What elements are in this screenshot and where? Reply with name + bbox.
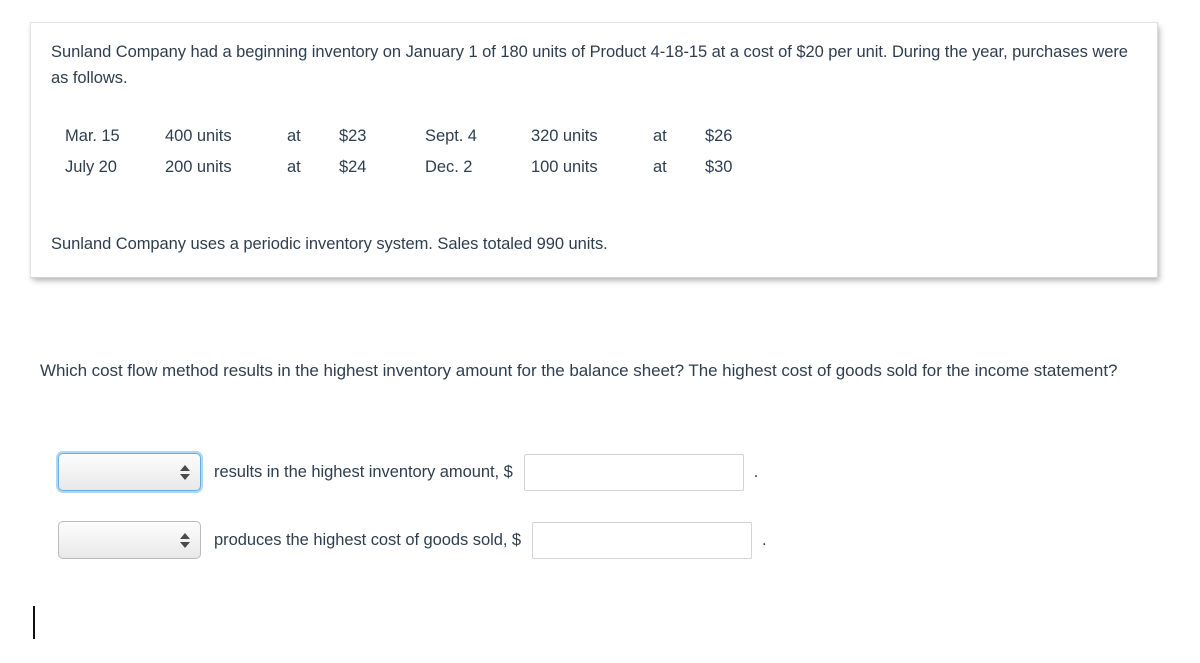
problem-statement-card: Sunland Company had a beginning inventor… bbox=[30, 22, 1158, 278]
inventory-system-note: Sunland Company uses a periodic inventor… bbox=[51, 235, 608, 253]
purchase-at-left: at bbox=[287, 158, 301, 176]
purchase-at-left: at bbox=[287, 127, 301, 145]
purchase-price-left: $23 bbox=[339, 127, 367, 145]
stepper-arrows-icon bbox=[179, 461, 190, 483]
inventory-amount-input[interactable] bbox=[523, 453, 744, 491]
purchase-price-left: $24 bbox=[339, 158, 367, 176]
table-row: Mar. 15 400 units at $23 Sept. 4 320 uni… bbox=[65, 121, 785, 152]
text-cursor-caret bbox=[33, 606, 35, 639]
answer-row-inventory-amount: results in the highest inventory amount,… bbox=[58, 452, 767, 492]
purchase-date-right: Sept. 4 bbox=[425, 127, 477, 145]
answer-label-inventory-amount: results in the highest inventory amount,… bbox=[214, 462, 513, 481]
purchase-at-right: at bbox=[653, 158, 667, 176]
question-prompt: Which cost flow method results in the hi… bbox=[40, 361, 1118, 380]
chevron-up-icon bbox=[179, 464, 190, 471]
purchase-price-right: $26 bbox=[705, 127, 733, 145]
answer-label-cost-of-goods-sold: produces the highest cost of goods sold,… bbox=[214, 530, 522, 549]
purchase-date-right: Dec. 2 bbox=[425, 158, 473, 176]
answer-area: results in the highest inventory amount,… bbox=[58, 452, 767, 588]
purchase-units-right: 100 units bbox=[531, 158, 598, 176]
purchase-date-left: July 20 bbox=[65, 158, 117, 176]
table-row: July 20 200 units at $24 Dec. 2 100 unit… bbox=[65, 152, 785, 183]
chevron-up-icon bbox=[179, 532, 190, 539]
purchase-units-right: 320 units bbox=[531, 127, 598, 145]
purchases-table: Mar. 15 400 units at $23 Sept. 4 320 uni… bbox=[65, 121, 785, 183]
chevron-down-icon bbox=[179, 473, 190, 480]
cost-of-goods-sold-input[interactable] bbox=[532, 521, 753, 559]
purchase-units-left: 200 units bbox=[165, 158, 232, 176]
trailing-period-1: . bbox=[753, 462, 759, 481]
stepper-arrows-icon bbox=[179, 529, 190, 551]
cost-flow-method-select-2[interactable] bbox=[58, 521, 201, 559]
chevron-down-icon bbox=[179, 541, 190, 548]
purchase-units-left: 400 units bbox=[165, 127, 232, 145]
problem-intro-text: Sunland Company had a beginning inventor… bbox=[51, 43, 1128, 87]
purchase-price-right: $30 bbox=[705, 158, 733, 176]
cost-flow-method-select-1[interactable] bbox=[58, 453, 201, 491]
purchase-date-left: Mar. 15 bbox=[65, 127, 120, 145]
answer-row-cost-of-goods-sold: produces the highest cost of goods sold,… bbox=[58, 520, 767, 560]
trailing-period-2: . bbox=[762, 530, 767, 549]
purchase-at-right: at bbox=[653, 127, 667, 145]
